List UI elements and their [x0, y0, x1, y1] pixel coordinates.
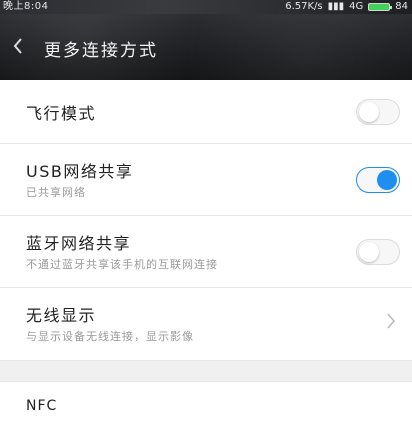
toggle-knob — [377, 170, 397, 190]
setting-airplane-mode[interactable]: 飞行模式 — [0, 80, 412, 144]
setting-bluetooth-tethering[interactable]: 蓝牙网络共享 不通过蓝牙共享该手机的互联网连接 — [0, 216, 412, 288]
setting-usb-tethering[interactable]: USB网络共享 已共享网络 — [0, 144, 412, 216]
setting-label: 无线显示 — [26, 306, 97, 325]
section-divider — [0, 360, 412, 382]
toggle-knob — [359, 242, 379, 262]
setting-label: 蓝牙网络共享 — [26, 234, 132, 253]
airplane-mode-toggle[interactable] — [356, 99, 400, 125]
status-time: 晚上8:04 — [3, 1, 49, 12]
toggle-knob — [359, 102, 379, 122]
page-title: 更多连接方式 — [44, 41, 158, 61]
status-bar: 晚上8:04 6.57K/s ▮▮▮ 4G 84 — [0, 0, 412, 14]
settings-group: 飞行模式 USB网络共享 已共享网络 蓝牙网络共享 不通过蓝牙共享该手机的互联网… — [0, 80, 412, 360]
status-indicators: 6.57K/s ▮▮▮ 4G 84 — [285, 0, 408, 14]
setting-label: 飞行模式 — [26, 104, 97, 123]
bluetooth-tethering-toggle[interactable] — [356, 239, 400, 265]
setting-subtitle: 已共享网络 — [26, 186, 86, 199]
battery-level: 84 — [395, 1, 408, 12]
chevron-left-icon — [13, 38, 22, 54]
back-button[interactable] — [6, 34, 30, 58]
battery-icon — [368, 3, 393, 11]
setting-label: NFC — [26, 398, 58, 414]
setting-subtitle: 与显示设备无线连接，显示影像 — [26, 330, 194, 343]
chevron-right-icon — [387, 313, 395, 329]
usb-tethering-toggle[interactable] — [356, 167, 400, 193]
network-type: 4G — [349, 1, 364, 12]
network-speed: 6.57K/s — [285, 1, 323, 12]
setting-wireless-display[interactable]: 无线显示 与显示设备无线连接，显示影像 — [0, 288, 412, 360]
app-header: 更多连接方式 — [0, 14, 412, 80]
signal-icon: ▮▮▮ — [327, 1, 345, 12]
setting-label: USB网络共享 — [26, 162, 134, 181]
setting-nfc[interactable]: NFC — [0, 382, 412, 440]
settings-list: 飞行模式 USB网络共享 已共享网络 蓝牙网络共享 不通过蓝牙共享该手机的互联网… — [0, 80, 412, 440]
setting-subtitle: 不通过蓝牙共享该手机的互联网连接 — [26, 258, 218, 271]
